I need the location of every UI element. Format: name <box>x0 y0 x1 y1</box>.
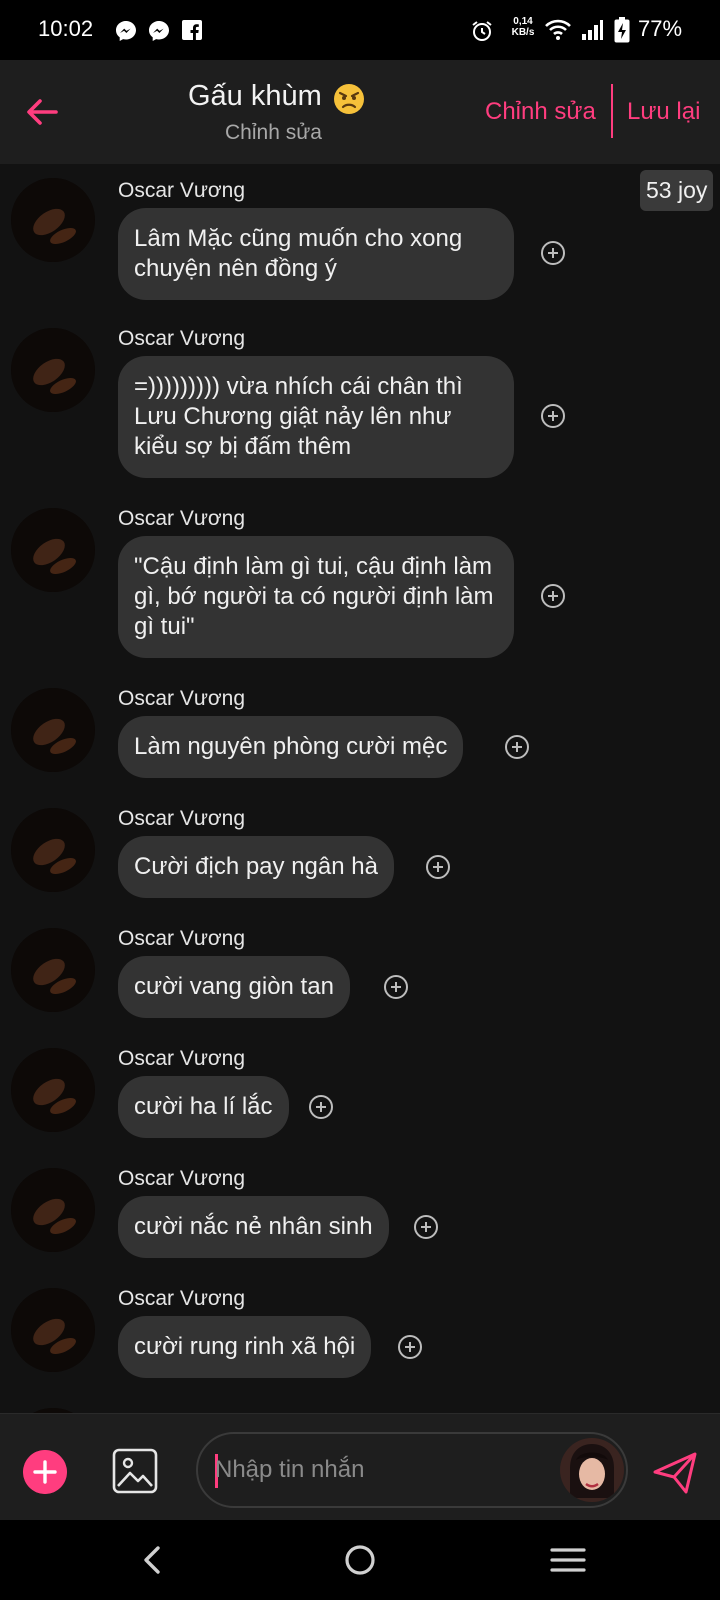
wifi-icon <box>545 19 571 40</box>
joy-badge[interactable]: 53 joy <box>640 170 714 211</box>
add-circle-icon[interactable] <box>540 403 566 429</box>
sender-name: Oscar Vương <box>118 1167 246 1190</box>
sender-name: Oscar Vương <box>118 1047 246 1070</box>
avatar[interactable] <box>11 508 95 592</box>
angry-face-icon <box>334 84 364 114</box>
messenger-icon <box>116 21 136 41</box>
avatar-image <box>11 508 95 592</box>
signal-icon <box>582 20 603 40</box>
nav-home-icon[interactable] <box>340 1540 380 1580</box>
battery-percentage: 77% <box>638 16 683 41</box>
add-circle-icon[interactable] <box>425 854 451 880</box>
message-bubble[interactable]: cười ha lí lắc <box>118 1076 289 1138</box>
sender-name: Oscar Vương <box>118 327 246 350</box>
add-circle-icon[interactable] <box>540 583 566 609</box>
chat-title: Gấu khùm <box>188 80 322 112</box>
nav-menu-icon[interactable] <box>548 1540 588 1580</box>
save-button[interactable]: Lưu lại <box>627 98 700 126</box>
sender-name: Oscar Vương <box>118 1287 246 1310</box>
message-bubble[interactable]: cười nắc nẻ nhân sinh <box>118 1196 389 1258</box>
chat-subtitle: Chỉnh sửa <box>225 121 322 144</box>
message-list[interactable]: 53 joy Oscar Vương Lâm Mặc cũng muốn cho… <box>0 164 720 1413</box>
avatar-image <box>11 178 95 262</box>
avatar[interactable] <box>11 688 95 772</box>
nav-back-icon[interactable] <box>134 1540 174 1580</box>
avatar[interactable] <box>11 178 95 262</box>
sender-name: Oscar Vương <box>118 927 246 950</box>
avatar-image <box>11 1168 95 1252</box>
send-icon[interactable] <box>652 1450 698 1496</box>
plus-icon[interactable] <box>23 1450 67 1494</box>
message-bubble[interactable]: cười rung rinh xã hội <box>118 1316 372 1378</box>
add-circle-icon[interactable] <box>540 240 566 266</box>
add-circle-icon[interactable] <box>308 1094 334 1120</box>
avatar[interactable] <box>11 1288 95 1372</box>
add-circle-icon[interactable] <box>413 1214 439 1240</box>
system-nav-bar <box>0 1520 720 1600</box>
image-icon[interactable] <box>112 1448 158 1494</box>
avatar-image <box>11 928 95 1012</box>
sender-name: Oscar Vương <box>118 687 246 710</box>
message-composer: Nhập tin nhắn <box>0 1413 720 1520</box>
header-divider <box>611 84 613 138</box>
avatar[interactable] <box>11 1168 95 1252</box>
avatar-image <box>11 328 95 412</box>
network-speed: 0,14 KB/s <box>511 16 535 38</box>
avatar-image <box>11 808 95 892</box>
message-bubble[interactable]: =))))))))) vừa nhích cái chân thì Lưu Ch… <box>118 356 514 478</box>
add-circle-icon[interactable] <box>397 1334 423 1360</box>
message-bubble[interactable]: "Cậu định làm gì tui, cậu định làm gì, b… <box>118 536 514 658</box>
message-bubble[interactable]: cười vang giòn tan <box>118 956 350 1018</box>
alarm-icon <box>472 21 492 41</box>
message-input[interactable]: Nhập tin nhắn <box>196 1432 628 1508</box>
message-bubble[interactable]: Lâm Mặc cũng muốn cho xong chuyện nên đồ… <box>118 208 514 300</box>
avatar-image <box>11 1048 95 1132</box>
add-circle-icon[interactable] <box>383 974 409 1000</box>
status-time: 10:02 <box>38 16 94 41</box>
edit-button[interactable]: Chỉnh sửa <box>485 98 596 126</box>
message-bubble[interactable]: Cười địch pay ngân hà <box>118 836 394 898</box>
sender-name: Oscar Vương <box>118 507 246 530</box>
chat-header: Gấu khùm Chỉnh sửa Chỉnh sửa Lưu lại <box>0 60 720 164</box>
avatar-image <box>11 688 95 772</box>
messenger-icon <box>149 21 169 41</box>
battery-charging-icon <box>614 17 630 43</box>
sticker-image <box>560 1438 624 1502</box>
back-arrow-icon[interactable] <box>22 92 62 132</box>
avatar-image <box>11 1288 95 1372</box>
message-input-placeholder: Nhập tin nhắn <box>215 1456 365 1483</box>
sender-name: Oscar Vương <box>118 179 246 202</box>
avatar[interactable] <box>11 808 95 892</box>
facebook-icon <box>182 20 202 40</box>
sender-name: Oscar Vương <box>118 807 246 830</box>
sticker-avatar[interactable] <box>560 1438 624 1502</box>
message-bubble[interactable]: Làm nguyên phòng cười mệc <box>118 716 464 778</box>
avatar[interactable] <box>11 928 95 1012</box>
status-bar: 10:02 0,14 KB/s 77% <box>0 0 720 60</box>
add-circle-icon[interactable] <box>504 734 530 760</box>
avatar[interactable] <box>11 328 95 412</box>
avatar[interactable] <box>11 1048 95 1132</box>
